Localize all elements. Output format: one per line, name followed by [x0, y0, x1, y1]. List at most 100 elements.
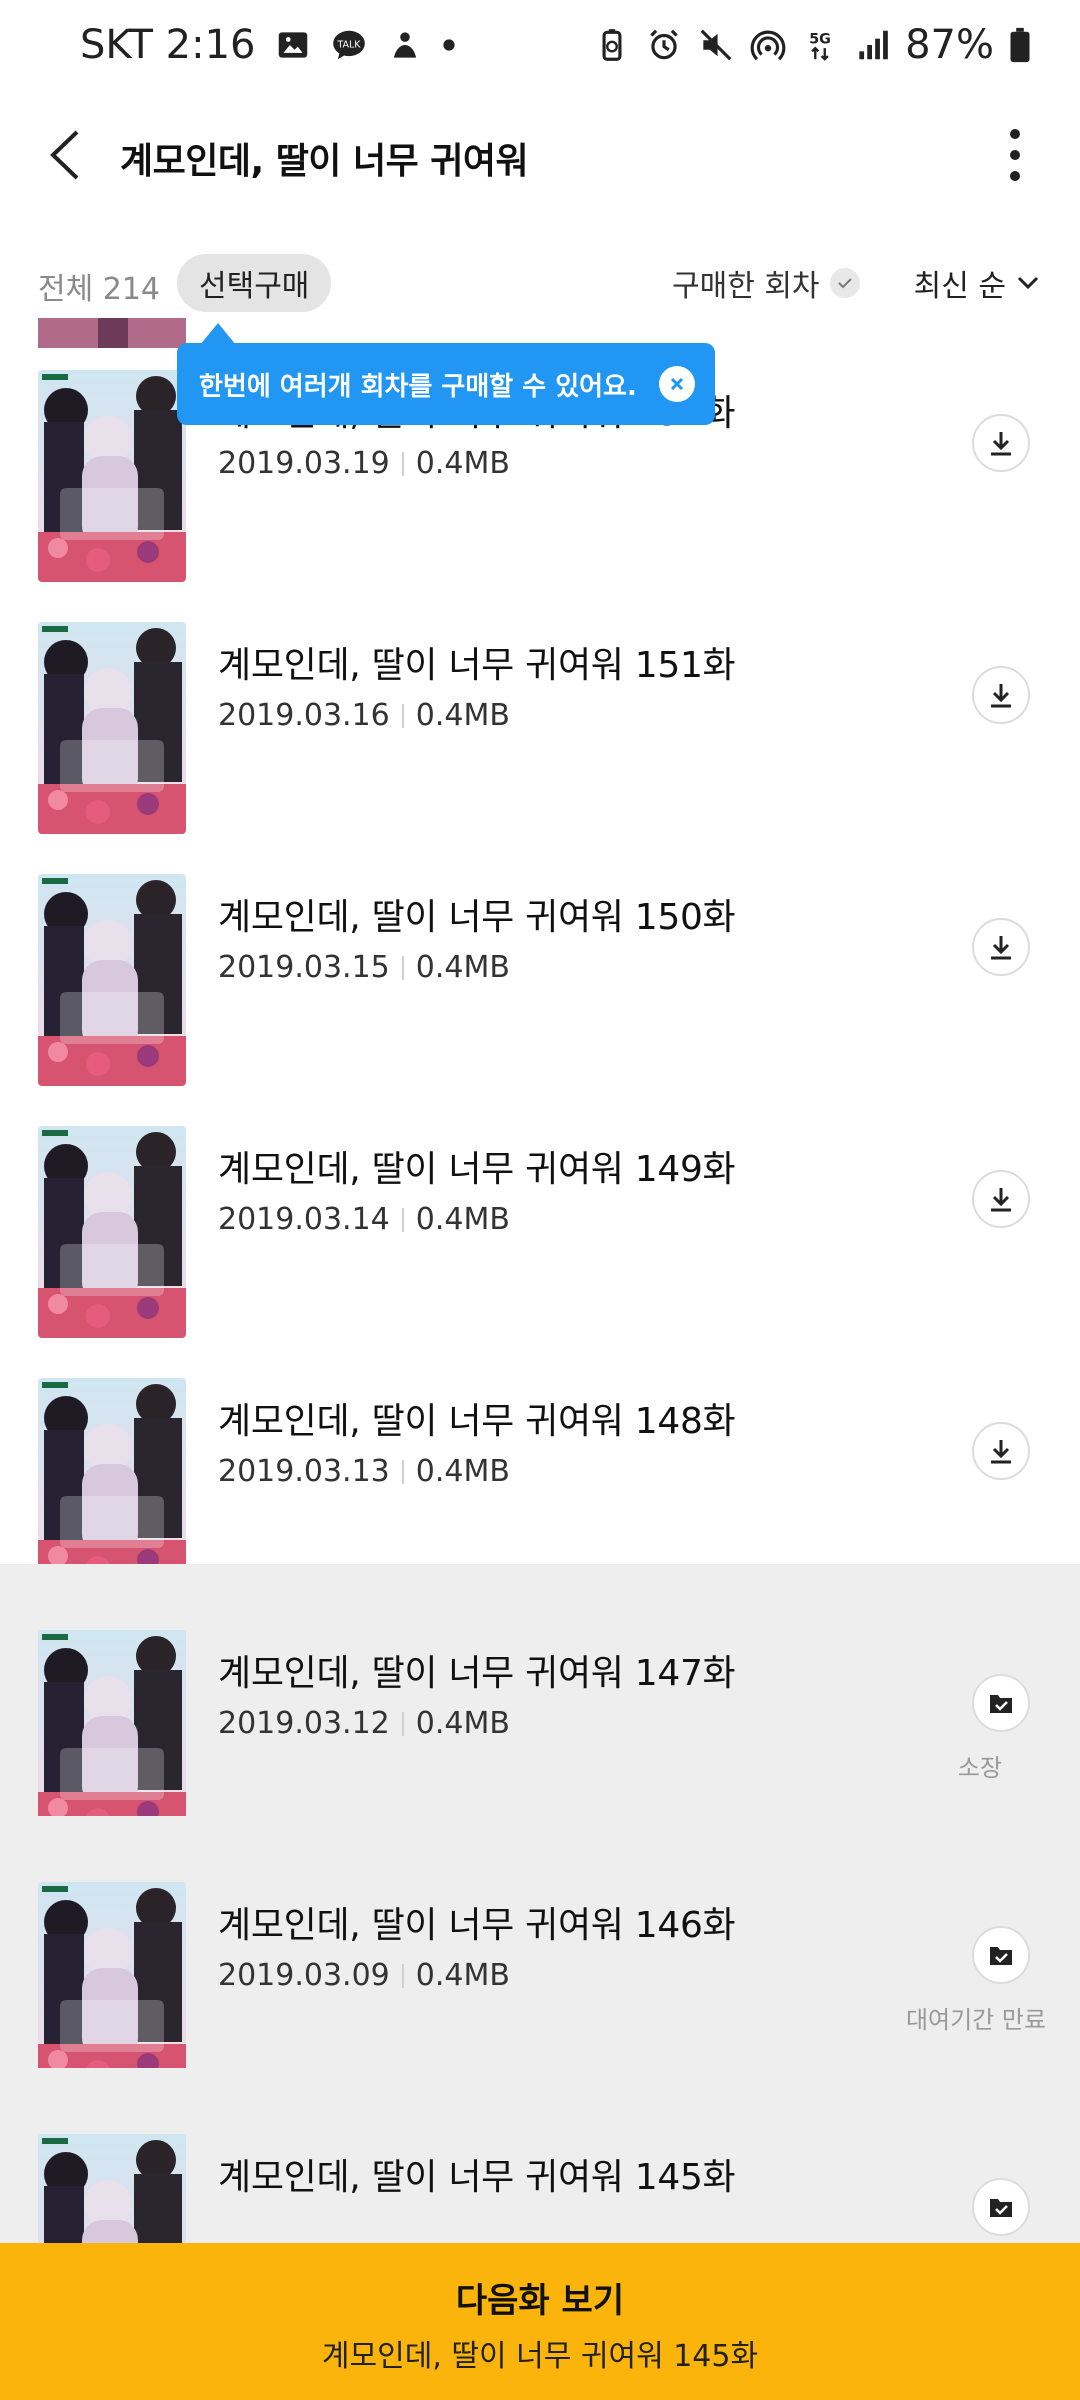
download-icon [991, 1188, 1011, 1212]
battery-saver-icon [602, 29, 622, 61]
download-button[interactable] [972, 918, 1030, 976]
tooltip-text: 한번에 여러개 회차를 구매할 수 있어요. [199, 371, 637, 402]
meta-separator [401, 1963, 404, 1988]
episode-thumbnail [38, 1882, 186, 2094]
episode-size: 0.4MB [415, 446, 510, 481]
tooltip-close-button[interactable] [659, 366, 695, 402]
close-icon [670, 377, 684, 391]
owned-status-label: 대여기간 만료 [905, 2006, 1047, 2034]
episode-meta: 2019.03.19 0.4MB [218, 446, 510, 481]
5g-icon: 5G [809, 31, 831, 61]
episode-row[interactable]: 계모인데, 딸이 너무 귀여워 151화 2019.03.16 0.4MB [0, 556, 1080, 834]
more-vertical-icon [1010, 129, 1020, 181]
alarm-icon [650, 29, 678, 60]
episode-row[interactable]: 계모인데, 딸이 너무 귀여워 147화 2019.03.12 0.4MB 소장 [0, 1564, 1080, 1842]
episode-thumbnail [38, 874, 186, 1086]
download-icon [991, 936, 1011, 960]
meta-separator [401, 1711, 404, 1736]
episode-row[interactable]: 계모인데, 딸이 너무 귀여워 146화 2019.03.09 0.4MB 대여기간 … [0, 1816, 1080, 2094]
episode-title: 계모인데, 딸이 너무 귀여워 150화 [218, 897, 736, 938]
episode-thumbnail [38, 1630, 186, 1842]
gallery-icon [278, 32, 307, 58]
episode-row[interactable]: 계모인데, 딸이 너무 귀여워 145화 [0, 2068, 1080, 2243]
episode-list: 계모인데, 딸이 너무 귀여워 152화2019.03.190.4MB 계모인데… [0, 318, 1080, 2243]
signal-icon [859, 30, 888, 60]
owned-check-icon [990, 1695, 1012, 1713]
status-right: 5G 87% [593, 22, 1032, 68]
meta-separator [401, 703, 404, 728]
back-arrow-icon [50, 130, 79, 180]
episode-title: 계모인데, 딸이 너무 귀여워 151화 [218, 645, 736, 686]
download-button[interactable] [972, 414, 1030, 472]
back-button[interactable] [30, 120, 100, 190]
episode-size: 0.4MB [415, 1706, 510, 1741]
tooltip-arrow [200, 323, 236, 345]
episode-meta: 2019.03.09 0.4MB [218, 1958, 510, 1993]
episode-date: 2019.03.15 [218, 950, 390, 985]
episode-title: 계모인데, 딸이 너무 귀여워 148화 [218, 1401, 736, 1442]
svg-text:TALK: TALK [336, 39, 361, 50]
meta-separator [401, 955, 404, 980]
episode-row[interactable]: 계모인데, 딸이 너무 귀여워 148화 2019.03.13 0.4MB [0, 1312, 1080, 1590]
next-episode-title: 다음화 보기 [455, 2281, 625, 2321]
owned-button[interactable] [972, 1926, 1030, 1984]
episode-size: 0.4MB [415, 1202, 510, 1237]
episode-date: 2019.03.09 [218, 1958, 390, 1993]
episode-size: 0.4MB [415, 698, 510, 733]
owned-check-icon [990, 2199, 1012, 2217]
more-options-button[interactable] [980, 120, 1050, 190]
purchased-filter[interactable]: 구매한 회차 [672, 258, 860, 308]
check-icon [829, 268, 860, 298]
episode-thumbnail [38, 622, 186, 834]
episode-size: 0.4MB [415, 1958, 510, 1993]
multi-purchase-tooltip: 한번에 여러개 회차를 구매할 수 있어요. [177, 343, 715, 425]
filter-row: 전체 214 선택구매 구매한 회차 최신 순 [0, 250, 1080, 316]
download-button[interactable] [972, 666, 1030, 724]
owned-button[interactable] [972, 2178, 1030, 2236]
episode-title: 계모인데, 딸이 너무 귀여워 145화 [218, 2157, 736, 2198]
sort-dropdown[interactable]: 최신 순 [914, 258, 1040, 308]
episode-title: 계모인데, 딸이 너무 귀여워 149화 [218, 1149, 736, 1190]
app-icon [393, 32, 416, 58]
episode-size: 0.4MB [415, 950, 510, 985]
download-button[interactable] [972, 1422, 1030, 1480]
select-purchase-chip[interactable]: 선택구매 [177, 254, 332, 312]
episode-date: 2019.03.16 [218, 698, 390, 733]
total-count: 전체 214 [38, 272, 160, 307]
episode-meta: 2019.03.12 0.4MB [218, 1706, 510, 1741]
next-episode-subtitle: 계모인데, 딸이 너무 귀여워 145화 [321, 2339, 759, 2374]
episode-date: 2019.03.13 [218, 1454, 390, 1489]
episode-date: 2019.03.19 [218, 446, 390, 481]
sort-label: 최신 순 [913, 269, 1006, 304]
episode-date: 2019.03.14 [218, 1202, 390, 1237]
next-episode-bar[interactable]: 다음화 보기 계모인데, 딸이 너무 귀여워 145화 [0, 2243, 1080, 2400]
page-title: 계모인데, 딸이 너무 귀여워 [120, 141, 529, 182]
chevron-down-icon [1017, 276, 1039, 290]
episode-thumbnail [38, 370, 186, 582]
download-icon [991, 432, 1011, 456]
talk-icon: TALK [332, 30, 365, 60]
episode-meta: 2019.03.15 0.4MB [218, 950, 510, 985]
episode-title: 계모인데, 딸이 너무 귀여워 147화 [218, 1653, 736, 1694]
download-button[interactable] [972, 1170, 1030, 1228]
owned-status-label: 소장 [957, 1754, 1003, 1782]
status-bar: SKT 2:16 TALK 5G 87% [0, 0, 1080, 100]
meta-separator [401, 1459, 404, 1484]
episode-thumbnail [38, 1126, 186, 1338]
purchased-filter-label: 구매한 회차 [672, 269, 820, 304]
dot-icon [442, 39, 455, 51]
episode-title: 계모인데, 딸이 너무 귀여워 146화 [218, 1905, 736, 1946]
download-icon [991, 1440, 1011, 1464]
mute-icon [700, 29, 732, 61]
episode-meta: 2019.03.14 0.4MB [218, 1202, 510, 1237]
episode-thumbnail [38, 2134, 186, 2243]
battery-icon [1010, 27, 1030, 63]
owned-button[interactable] [972, 1674, 1030, 1732]
episode-row[interactable]: 계모인데, 딸이 너무 귀여워 150화 2019.03.15 0.4MB [0, 808, 1080, 1086]
meta-separator [401, 451, 404, 476]
episode-row[interactable]: 계모인데, 딸이 너무 귀여워 149화 2019.03.14 0.4MB [0, 1060, 1080, 1338]
owned-check-icon [990, 1947, 1012, 1965]
hotspot-icon [750, 30, 786, 61]
battery-level: 87% [905, 22, 994, 68]
meta-separator [401, 1207, 404, 1232]
